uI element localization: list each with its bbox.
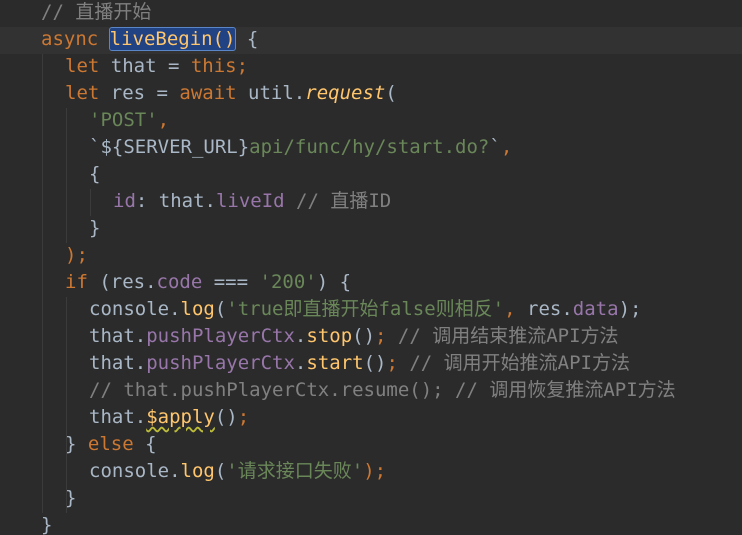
code-token: {	[89, 163, 101, 185]
code-token: }	[89, 217, 101, 239]
code-token: (	[214, 460, 227, 482]
code-token: '200'	[259, 271, 317, 293]
indent-guide	[66, 108, 67, 243]
code-token: }	[65, 433, 88, 455]
code-token: ;	[236, 55, 249, 77]
code-token: {	[235, 28, 259, 50]
code-line[interactable]: console.log('true即直播开始false则相反', res.dat…	[89, 296, 641, 323]
code-token: console.	[89, 460, 181, 482]
code-token: // that.pushPlayerCtx.resume(); // 调用恢复推…	[89, 379, 676, 401]
code-token: .	[294, 325, 307, 347]
code-line[interactable]: let res = await util.request(	[65, 80, 397, 107]
code-token: // 直播开始	[41, 1, 152, 23]
code-token: }	[41, 514, 53, 535]
code-token: ()	[352, 325, 376, 347]
code-token: ()	[214, 406, 238, 428]
code-token: that =	[110, 55, 191, 77]
code-token: let	[65, 82, 111, 104]
code-token: (	[385, 82, 397, 104]
code-token: $apply	[146, 406, 215, 428]
code-token: (	[214, 298, 227, 320]
code-token: ,	[157, 109, 170, 131]
code-token: ,	[504, 298, 528, 320]
code-token: `	[489, 136, 501, 158]
code-token: res =	[110, 82, 180, 104]
code-token: pushPlayerCtx	[146, 352, 295, 374]
code-token: async	[41, 28, 110, 50]
code-token: ;	[386, 352, 398, 374]
code-token: );	[65, 244, 88, 266]
code-token: ()	[363, 352, 387, 374]
code-token: {	[145, 433, 157, 455]
code-token: res.	[527, 298, 573, 320]
code-token: ;	[237, 406, 250, 428]
code-line[interactable]: let that = this;	[65, 53, 248, 80]
indent-guide	[90, 189, 91, 216]
indent-guide	[42, 54, 43, 513]
code-token: 'true即直播开始false则相反'	[226, 298, 505, 320]
code-line[interactable]: `${SERVER_URL}api/func/hy/start.do?`,	[89, 134, 512, 161]
code-line[interactable]: // that.pushPlayerCtx.resume(); // 调用恢复推…	[89, 377, 676, 404]
code-line[interactable]: );	[65, 242, 88, 269]
code-line[interactable]: that.pushPlayerCtx.stop(); // 调用结束推流API方…	[89, 323, 619, 350]
code-token: api/func/hy/start.do?	[249, 136, 490, 158]
code-token: log	[180, 298, 215, 320]
code-line[interactable]: console.log('请求接口失败');	[89, 458, 386, 485]
code-token: id	[113, 190, 136, 212]
code-token: // 调用结束推流API方法	[386, 325, 619, 347]
code-line[interactable]: that.pushPlayerCtx.start(); // 调用开始推流API…	[89, 350, 630, 377]
code-token: }	[65, 487, 77, 509]
code-token: that.	[89, 352, 147, 374]
code-token: log	[180, 460, 215, 482]
code-line[interactable]: }	[89, 215, 100, 242]
code-token: ===	[202, 271, 260, 293]
code-token: console.	[89, 298, 181, 320]
code-token: liveId	[215, 190, 285, 212]
code-token: // 直播ID	[284, 190, 392, 212]
code-token: stop	[306, 325, 353, 347]
code-token: liveBegin()	[108, 27, 237, 51]
code-line[interactable]: }	[41, 512, 52, 535]
code-token: start	[306, 352, 364, 374]
code-line[interactable]: } else {	[65, 431, 157, 458]
code-line[interactable]: }	[65, 485, 76, 512]
code-editor[interactable]: // 直播开始 async liveBegin() {let that = thi…	[0, 0, 742, 535]
code-token: // 调用开始推流API方法	[397, 352, 630, 374]
code-token: let	[65, 55, 111, 77]
code-token: that.	[89, 406, 147, 428]
code-line[interactable]: 'POST',	[89, 107, 169, 134]
code-token: util.	[248, 82, 306, 104]
code-token: 'POST'	[89, 109, 158, 131]
code-token: ,	[500, 136, 513, 158]
code-token: (res.	[99, 271, 157, 293]
code-token: data	[572, 298, 619, 320]
code-token: else	[87, 433, 146, 455]
code-token: this	[190, 55, 237, 77]
code-token: );	[618, 298, 642, 320]
code-token: ) {	[316, 271, 352, 293]
code-token: `${SERVER_URL}	[89, 136, 250, 158]
code-token: ;	[375, 325, 387, 347]
code-token: : that.	[135, 190, 216, 212]
code-line[interactable]: // 直播开始	[41, 0, 151, 26]
code-token: that.	[89, 325, 147, 347]
code-token: '请求接口失败'	[226, 460, 364, 482]
code-token: .	[294, 352, 307, 374]
code-token: request	[305, 82, 386, 104]
code-line[interactable]: id: that.liveId // 直播ID	[113, 188, 391, 215]
code-line[interactable]: async liveBegin() {	[41, 26, 258, 53]
code-token: await	[179, 82, 249, 104]
code-line[interactable]: that.$apply();	[89, 404, 249, 431]
code-token: pushPlayerCtx	[146, 325, 295, 347]
code-token: );	[363, 460, 387, 482]
code-token: if	[65, 271, 100, 293]
code-token: code	[156, 271, 203, 293]
code-line[interactable]: if (res.code === '200') {	[65, 269, 351, 296]
code-line[interactable]: {	[89, 161, 100, 188]
